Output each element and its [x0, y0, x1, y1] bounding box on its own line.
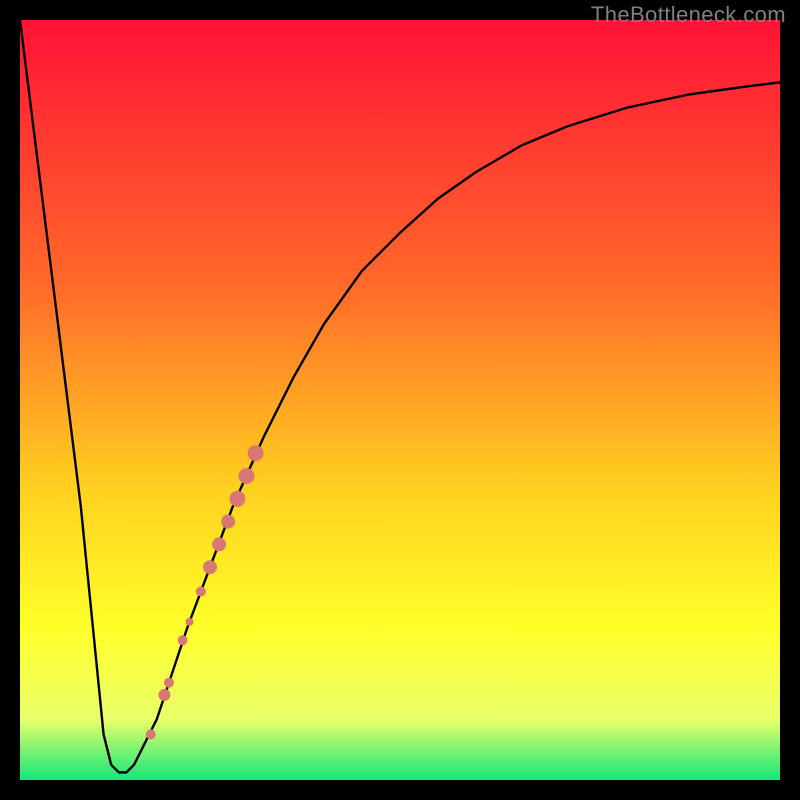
data-marker [248, 445, 264, 461]
chart-frame: TheBottleneck.com [0, 0, 800, 800]
data-marker [186, 618, 194, 626]
data-marker [178, 635, 188, 645]
chart-svg [20, 20, 780, 780]
gradient-background [20, 20, 780, 780]
data-marker [146, 729, 156, 739]
data-marker [221, 515, 235, 529]
data-marker [164, 678, 174, 688]
data-marker [229, 491, 245, 507]
data-marker [196, 587, 206, 597]
plot-area [20, 20, 780, 780]
data-marker [203, 560, 217, 574]
data-marker [212, 537, 226, 551]
attribution-text: TheBottleneck.com [591, 2, 786, 28]
data-marker [158, 689, 170, 701]
data-marker [239, 468, 255, 484]
